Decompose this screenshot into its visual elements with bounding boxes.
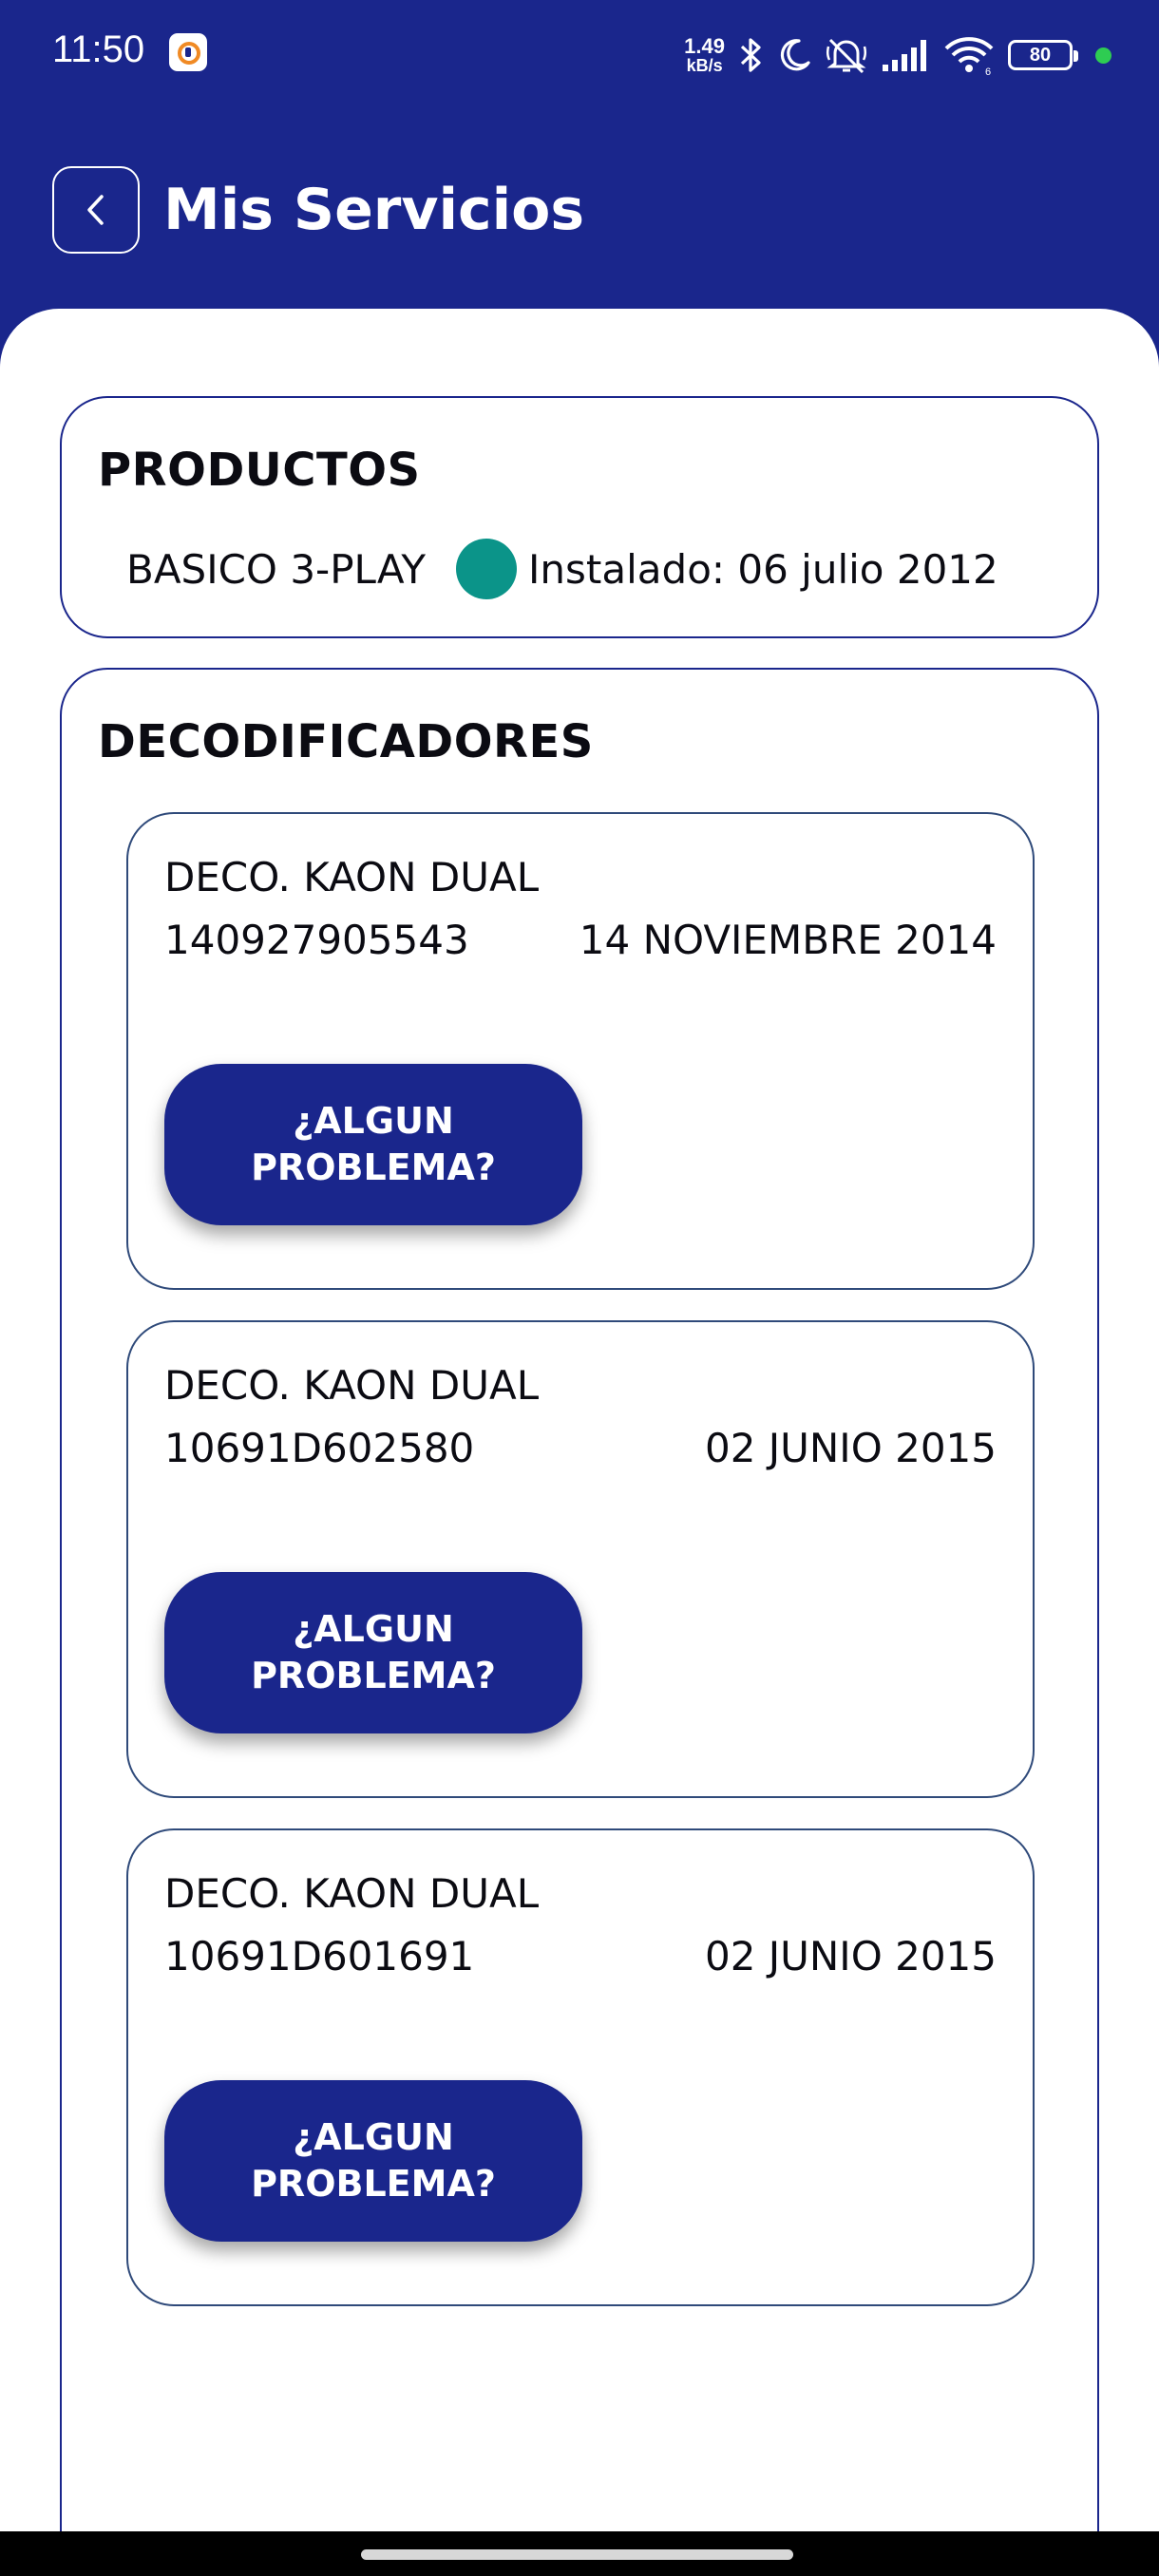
install-date: Instalado: 06 julio 2012	[528, 545, 998, 593]
mute-icon	[826, 38, 867, 74]
decoder-item: DECO. KAON DUAL 10691D601691 02 JUNIO 20…	[126, 1828, 1035, 2306]
products-title: PRODUCTOS	[98, 444, 421, 497]
chevron-left-icon	[87, 195, 104, 225]
decoder-name: DECO. KAON DUAL	[164, 854, 540, 900]
signal-icon	[883, 40, 926, 71]
report-problem-label: ¿ALGUN PROBLEMA?	[251, 1607, 496, 1696]
moon-icon	[780, 39, 810, 71]
decoder-name: DECO. KAON DUAL	[164, 1870, 540, 1917]
wifi-icon: 6	[944, 37, 994, 75]
decoder-item: DECO. KAON DUAL 10691D602580 02 JUNIO 20…	[126, 1320, 1035, 1798]
decoder-date: 02 JUNIO 2015	[704, 1425, 997, 1471]
decoder-serial: 10691D602580	[164, 1425, 475, 1471]
privacy-indicator-dot	[1095, 47, 1112, 64]
report-problem-button[interactable]: ¿ALGUN PROBLEMA?	[164, 1064, 582, 1225]
status-bar: 11:50 1.49 kB/s 6 80	[0, 0, 1159, 109]
decoder-name: DECO. KAON DUAL	[164, 1362, 540, 1409]
products-card: PRODUCTOS BASICO 3-PLAY Instalado: 06 ju…	[60, 396, 1099, 638]
status-time: 11:50	[52, 28, 145, 70]
decoders-card: DECODIFICADORES DECO. KAON DUAL 14092790…	[60, 668, 1099, 2531]
report-problem-button[interactable]: ¿ALGUN PROBLEMA?	[164, 1572, 582, 1733]
decoder-item: DECO. KAON DUAL 140927905543 14 NOVIEMBR…	[126, 812, 1035, 1290]
decoder-list: DECO. KAON DUAL 140927905543 14 NOVIEMBR…	[126, 812, 1035, 2337]
vpn-app-icon	[169, 33, 207, 71]
report-problem-label: ¿ALGUN PROBLEMA?	[251, 2115, 496, 2205]
svg-text:6: 6	[985, 66, 991, 75]
battery-level: 80	[1029, 44, 1052, 66]
decoder-date: 02 JUNIO 2015	[704, 1933, 997, 1979]
status-indicator-dot	[456, 539, 518, 599]
content-sheet: PRODUCTOS BASICO 3-PLAY Instalado: 06 ju…	[0, 309, 1159, 2531]
decoder-serial: 140927905543	[164, 917, 469, 963]
decoder-date: 14 NOVIEMBRE 2014	[579, 917, 997, 963]
home-indicator[interactable]	[361, 2549, 793, 2560]
decoders-title: DECODIFICADORES	[98, 715, 594, 768]
status-icons: 1.49 kB/s 6 80	[684, 28, 1112, 82]
network-speed-unit: kB/s	[686, 56, 723, 75]
product-row: BASICO 3-PLAY Instalado: 06 julio 2012	[126, 539, 1078, 599]
product-name: BASICO 3-PLAY	[126, 545, 427, 593]
bluetooth-icon	[740, 38, 761, 72]
report-problem-label: ¿ALGUN PROBLEMA?	[251, 1099, 496, 1188]
decoder-serial: 10691D601691	[164, 1933, 475, 1979]
back-button[interactable]	[52, 166, 140, 254]
navigation-bar	[0, 2531, 1159, 2576]
network-speed: 1.49 kB/s	[684, 34, 725, 75]
battery-icon: 80	[1008, 40, 1078, 70]
report-problem-button[interactable]: ¿ALGUN PROBLEMA?	[164, 2080, 582, 2242]
page-title: Mis Servicios	[163, 177, 585, 243]
network-speed-value: 1.49	[684, 34, 725, 58]
